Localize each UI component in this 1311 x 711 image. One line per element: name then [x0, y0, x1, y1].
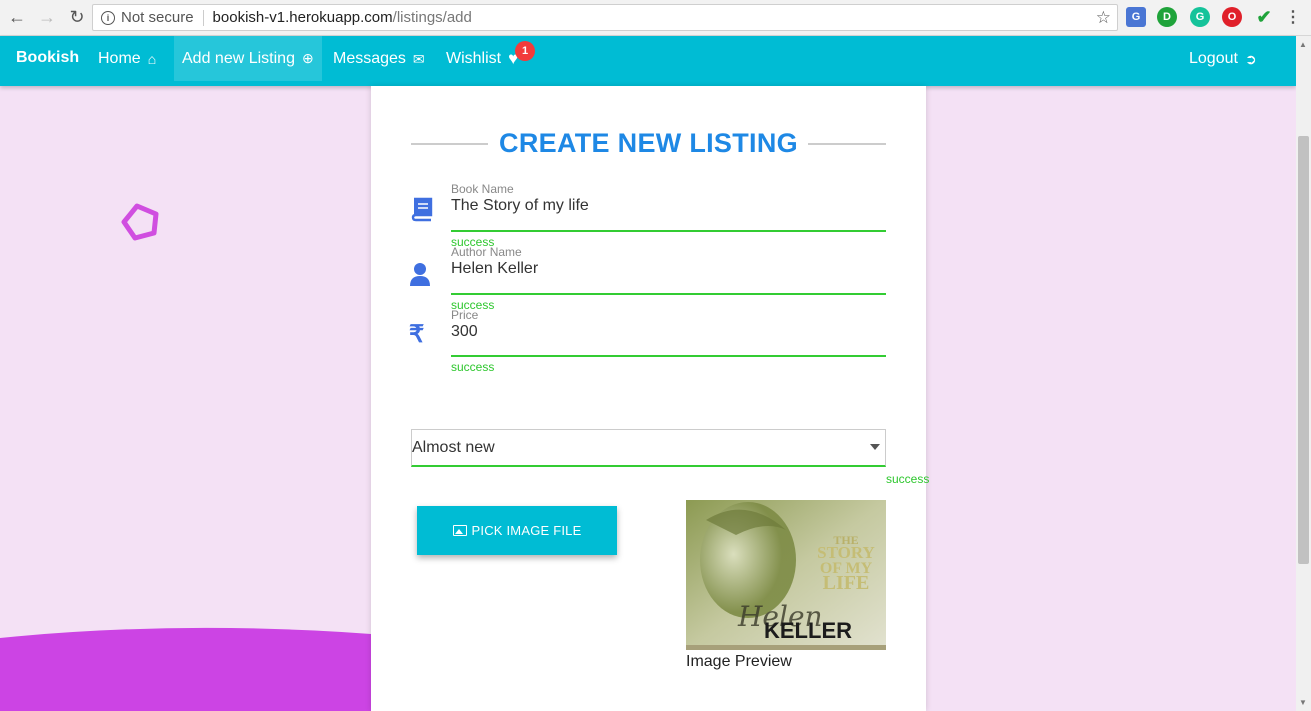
- info-icon[interactable]: i: [101, 10, 115, 25]
- home-icon: ⌂: [147, 51, 157, 67]
- pick-image-label: PICK IMAGE FILE: [471, 523, 582, 538]
- reload-icon[interactable]: ↻: [64, 5, 90, 31]
- address-divider: [202, 9, 204, 26]
- checkmark-extension-icon[interactable]: ✔: [1254, 7, 1274, 27]
- nav-home[interactable]: Home ⌂: [90, 36, 164, 82]
- author-name-input[interactable]: Helen Keller: [451, 260, 886, 278]
- bookmark-star-icon[interactable]: ☆: [1096, 8, 1111, 28]
- opera-extension-icon[interactable]: O: [1222, 7, 1242, 27]
- wave-decoration: [0, 627, 371, 711]
- price-input[interactable]: 300: [451, 323, 886, 341]
- scroll-down-arrow-icon[interactable]: ▼: [1299, 698, 1307, 707]
- grammarly-extension-icon[interactable]: G: [1190, 7, 1210, 27]
- nav-wishlist[interactable]: Wishlist ♥ 1: [438, 36, 535, 82]
- forward-icon[interactable]: →: [34, 5, 60, 31]
- condition-select[interactable]: Almost new: [411, 429, 886, 467]
- condition-selected-value: Almost new: [412, 438, 495, 456]
- menu-icon[interactable]: ⋮: [1283, 7, 1303, 27]
- sign-out-icon: ➲: [1244, 50, 1257, 67]
- cover-author: KELLER: [764, 618, 852, 643]
- wishlist-count-badge: 1: [515, 41, 535, 61]
- not-secure-label: Not secure: [121, 9, 194, 26]
- plus-circle-icon: ⊕: [301, 50, 314, 66]
- price-status: success: [451, 360, 495, 374]
- book-name-input[interactable]: The Story of my life: [451, 197, 886, 215]
- book-name-label: Book Name: [451, 182, 514, 196]
- nav-wishlist-label: Wishlist: [446, 50, 502, 67]
- price-underline: [451, 355, 886, 357]
- extension-d-icon[interactable]: D: [1157, 7, 1177, 27]
- nav-add-listing-label: Add new Listing: [182, 49, 295, 67]
- pick-image-button[interactable]: PICK IMAGE FILE: [417, 506, 617, 555]
- rupee-icon: ₹: [409, 321, 425, 348]
- nav-add-listing[interactable]: Add new Listing ⊕: [174, 36, 322, 81]
- book-name-underline: [451, 230, 886, 232]
- back-icon[interactable]: ←: [4, 5, 30, 31]
- user-icon: [409, 261, 431, 293]
- create-listing-card: CREATE NEW LISTING Book Name The Story o…: [371, 86, 930, 711]
- condition-status: success: [886, 472, 930, 486]
- price-field[interactable]: Price 300 success: [451, 308, 886, 374]
- translate-extension-icon[interactable]: G: [1126, 7, 1146, 27]
- browser-toolbar: ← → ↻ i Not secure bookish-v1.herokuapp.…: [0, 0, 1311, 36]
- scroll-thumb[interactable]: [1298, 136, 1309, 564]
- image-icon: [452, 525, 467, 536]
- page-scrollbar[interactable]: ▲ ▼: [1296, 36, 1311, 711]
- price-label: Price: [451, 308, 479, 322]
- heading-rule-right: [808, 143, 886, 145]
- cover-title-line4: LIFE: [823, 572, 870, 594]
- dropdown-caret-icon[interactable]: [870, 444, 880, 450]
- app-navbar: Bookish Home ⌂ Add new Listing ⊕ Message…: [0, 36, 1296, 86]
- scroll-up-arrow-icon[interactable]: ▲: [1299, 40, 1307, 49]
- address-bar[interactable]: i Not secure bookish-v1.herokuapp.com/li…: [92, 4, 1118, 31]
- brand-logo[interactable]: Bookish: [16, 49, 79, 67]
- nav-logout-label: Logout: [1189, 50, 1238, 67]
- author-name-underline: [451, 293, 886, 295]
- image-preview-label: Image Preview: [686, 653, 792, 670]
- url-path: /listings/add: [392, 9, 472, 26]
- author-name-label: Author Name: [451, 245, 522, 259]
- book-icon: [409, 196, 435, 228]
- book-name-field[interactable]: Book Name The Story of my life success: [451, 182, 886, 249]
- pentagon-decoration: [121, 203, 159, 241]
- comments-icon: ✉: [412, 50, 425, 67]
- nav-logout[interactable]: Logout ➲: [1181, 36, 1265, 82]
- nav-home-label: Home: [98, 50, 141, 67]
- url-host: bookish-v1.herokuapp.com: [212, 9, 393, 26]
- image-preview: THE STORY OF MY LIFE Helen KELLER: [686, 500, 886, 650]
- nav-messages[interactable]: Messages ✉: [325, 36, 433, 82]
- author-name-field[interactable]: Author Name Helen Keller success: [451, 245, 886, 312]
- nav-messages-label: Messages: [333, 50, 406, 67]
